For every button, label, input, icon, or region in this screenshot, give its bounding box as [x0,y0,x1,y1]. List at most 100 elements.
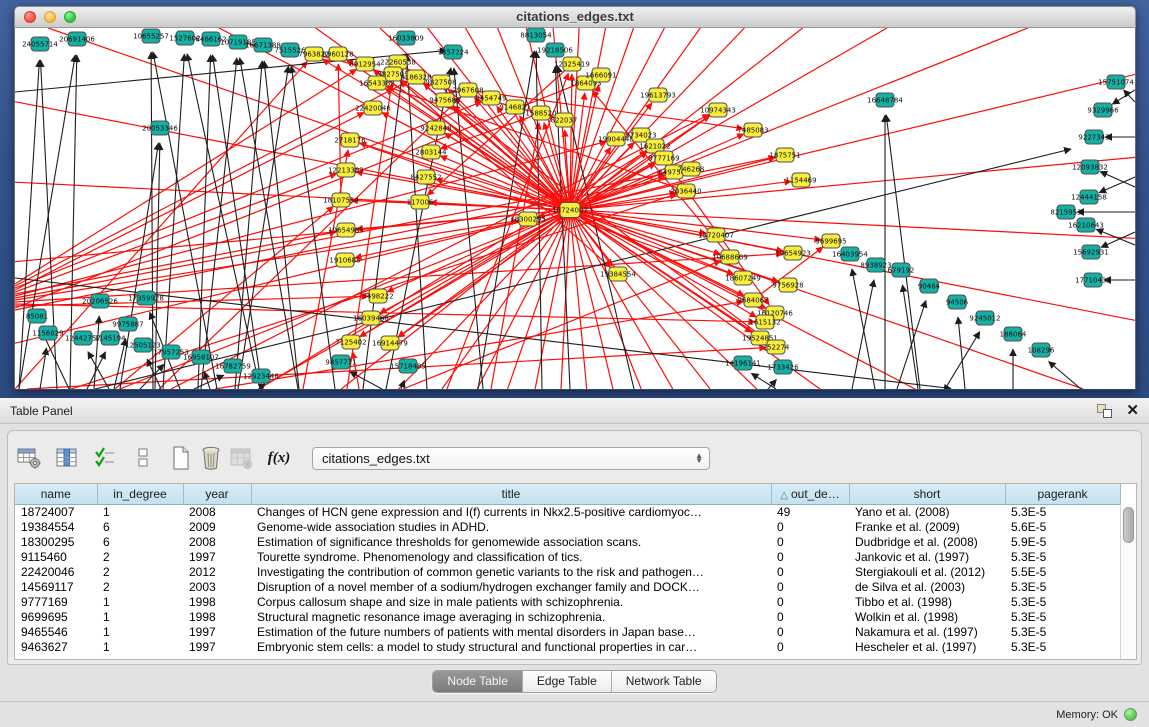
column-header-title[interactable]: title [251,484,771,504]
graph-node[interactable]: 15692931 [1073,245,1109,259]
table-row[interactable]: 1872400712008Changes of HCN gene express… [15,504,1120,519]
row-height-icon[interactable] [128,443,158,473]
graph-node[interactable]: 17710433 [1075,273,1111,287]
graph-node[interactable]: 94506 [946,295,969,309]
network-graph[interactable]: 2405571420691406106552571527602646616210… [15,28,1135,389]
table-settings-icon[interactable] [14,443,44,473]
svg-text:10655257: 10655257 [133,32,169,40]
graph-node[interactable]: 10974343 [700,103,736,117]
svg-text:19613793: 19613793 [640,91,676,99]
table-selector-dropdown[interactable]: citations_edges.txt ▲▼ [312,447,710,470]
graph-node[interactable]: 9242848 [420,121,451,135]
graph-node[interactable]: 12093832 [1072,160,1108,174]
graph-node[interactable]: 12325419 [554,57,590,71]
network-desktop-background: citations_edges.txt 24055714206914061065… [0,0,1149,398]
graph-node[interactable]: 18300295 [510,212,546,226]
svg-text:7125402: 7125402 [335,338,366,346]
svg-text:9734023: 9734023 [625,131,656,139]
graph-node[interactable]: 1910688 [329,253,360,267]
table-row[interactable]: 946362711997Embryonic stem cells: a mode… [15,639,1120,654]
graph-node[interactable]: 16403954 [832,247,868,261]
maximize-window-icon[interactable] [64,11,76,23]
table-row[interactable]: 946554611997Estimation of the future num… [15,624,1120,639]
network-graph-canvas[interactable]: 2405571420691406106552571527602646616210… [14,28,1136,389]
column-header-out_de[interactable]: △out_de… [771,484,849,504]
graph-node[interactable]: 7125402 [335,335,366,349]
table-row[interactable]: 969969511998Structural magnetic resonanc… [15,609,1120,624]
svg-text:16782759: 16782759 [215,362,251,370]
graph-node[interactable]: 15751074 [1098,75,1134,89]
graph-node[interactable]: 22420046 [355,101,391,115]
graph-node[interactable]: 1875751 [769,148,800,162]
graph-node[interactable]: 108296 [1028,343,1055,357]
table-row[interactable]: 1938455462009Genome-wide association stu… [15,519,1120,534]
close-window-icon[interactable] [24,11,36,23]
new-table-icon[interactable] [166,443,196,473]
graph-node[interactable]: 19654923 [775,246,811,260]
table-row[interactable]: 911546021997Tourette syndrome. Phenomeno… [15,549,1120,564]
column-header-name[interactable]: name [15,484,97,504]
float-panel-icon[interactable] [1097,404,1112,418]
svg-text:9857771: 9857771 [325,358,356,366]
svg-text:19654923: 19654923 [775,249,811,257]
tab-node-table[interactable]: Node Table [433,671,523,692]
graph-node[interactable]: 18107554 [323,193,359,207]
svg-text:12093832: 12093832 [1072,163,1108,171]
svg-text:1666091: 1666091 [585,71,616,79]
table-row[interactable]: 1456911722003Disruption of a novel membe… [15,579,1120,594]
column-select-icon[interactable] [52,443,82,473]
memory-status-label: Memory: OK [1056,709,1118,721]
graph-node[interactable]: 19613793 [640,88,676,102]
table-scrollbar[interactable] [1120,504,1136,659]
tab-network-table[interactable]: Network Table [612,671,716,692]
column-header-short[interactable]: short [849,484,1005,504]
graph-node[interactable]: 1154469 [785,173,816,187]
graph-node[interactable]: 16914479 [372,336,408,350]
graph-node[interactable]: 10655257 [133,29,169,43]
svg-text:15751074: 15751074 [1098,78,1134,86]
delete-table-icon[interactable] [196,443,226,473]
graph-node[interactable]: 9329966 [1087,103,1119,117]
svg-text:8960128: 8960128 [322,50,353,58]
graph-node[interactable]: 117006 [407,195,434,209]
column-header-pagerank[interactable]: pagerank [1005,484,1120,504]
graph-node[interactable]: 9227343 [1078,130,1109,144]
tab-edge-table[interactable]: Edge Table [523,671,612,692]
graph-node[interactable]: 24055714 [22,37,58,51]
select-rows-icon[interactable] [90,443,120,473]
svg-text:8427552: 8427552 [410,173,441,181]
scrollbar-thumb[interactable] [1123,507,1134,543]
graph-node[interactable]: 90464 [918,279,941,293]
graph-node[interactable]: 16782759 [215,359,251,373]
graph-node[interactable]: 8813054 [520,28,552,42]
network-window-titlebar[interactable]: citations_edges.txt [14,6,1136,28]
graph-node[interactable]: 679192 [888,263,915,277]
minimize-window-icon[interactable] [44,11,56,23]
svg-text:90464: 90464 [918,282,941,290]
graph-node[interactable]: 16033809 [388,31,424,45]
svg-text:12923448: 12923448 [243,372,279,380]
graph-node[interactable]: 252274 [763,340,790,354]
close-panel-icon[interactable]: ✕ [1126,404,1139,418]
column-header-in_degree[interactable]: in_degree [97,484,183,504]
graph-node[interactable]: 14196141 [725,356,761,370]
table-row[interactable]: 1830029562008Estimation of significance … [15,534,1120,549]
graph-node[interactable]: 9245012 [969,311,1000,325]
graph-node[interactable]: 8215953 [1050,205,1081,219]
svg-text:16210643: 16210643 [1068,221,1104,229]
graph-node[interactable]: 15718485 [390,359,426,373]
column-header-year[interactable]: year [183,484,251,504]
graph-node[interactable]: 8960128 [322,47,353,61]
graph-node[interactable]: 19218506 [537,43,573,57]
import-table-icon[interactable] [226,443,256,473]
graph-node[interactable]: 186064 [1000,327,1027,341]
table-row[interactable]: 977716911998Corpus callosum shape and si… [15,594,1120,609]
graph-node[interactable]: 9699695 [815,234,846,248]
graph-node[interactable]: 16648784 [867,93,903,107]
function-builder-icon[interactable]: f(x) [264,443,294,473]
node-table[interactable]: namein_degreeyeartitle△out_de…shortpager… [15,484,1121,654]
graph-node[interactable]: 1733426 [767,360,799,374]
graph-node[interactable]: 1145194 [94,331,126,345]
table-row[interactable]: 2242004622012Investigating the contribut… [15,564,1120,579]
graph-node[interactable]: 85081 [26,309,48,323]
